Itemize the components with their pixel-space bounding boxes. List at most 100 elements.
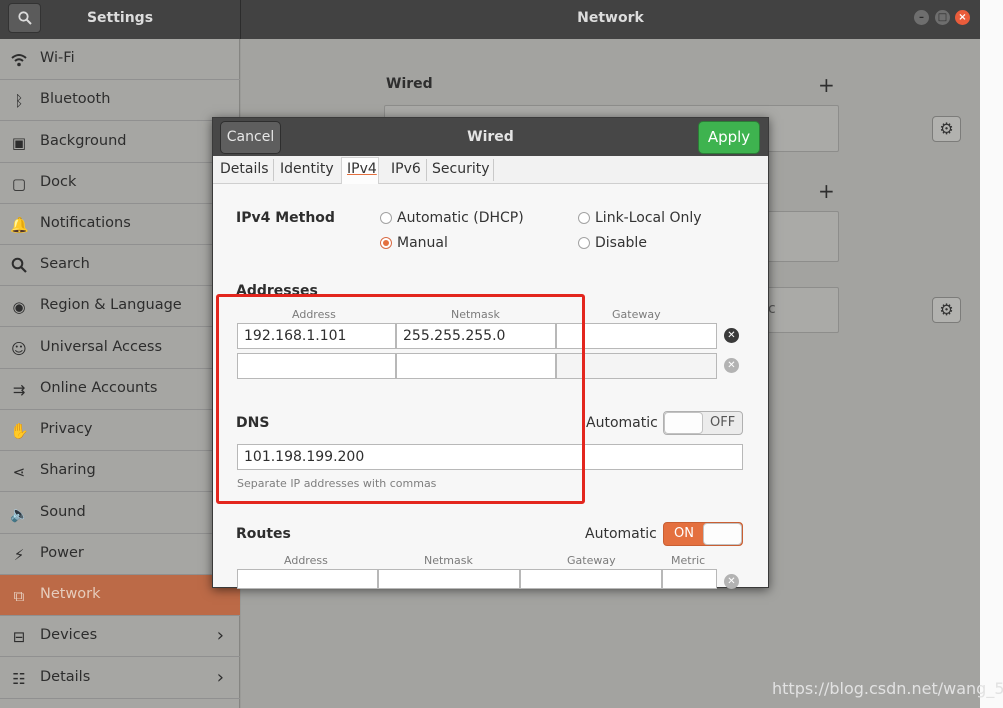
header-bar: Settings Network – □ ×	[0, 0, 980, 39]
routes-heading: Routes	[236, 526, 291, 542]
radio-automatic-dhcp[interactable]	[380, 212, 392, 224]
tab-identity[interactable]: Identity	[280, 161, 334, 177]
route-gateway-column-header: Gateway	[567, 554, 616, 567]
sidebar-item-sound[interactable]: 🔈 Sound	[0, 493, 240, 534]
dock-icon: ▢	[11, 175, 27, 193]
dns-automatic-label: Automatic	[586, 415, 658, 431]
maximize-button[interactable]: □	[935, 10, 950, 25]
dialog-header: Cancel Wired Apply	[213, 118, 768, 156]
sidebar-item-label: Bluetooth	[40, 91, 111, 107]
sidebar-item-label: Background	[40, 133, 127, 149]
sidebar-item-sharing[interactable]: ⋖ Sharing	[0, 451, 240, 492]
panel-title: Network	[577, 10, 644, 26]
sidebar-item-region-language[interactable]: ◉ Region & Language	[0, 286, 240, 327]
power-icon: ⚡	[13, 546, 25, 564]
minimize-button[interactable]: –	[914, 10, 929, 25]
chevron-right-icon: ›	[216, 625, 224, 646]
wired-heading: Wired	[386, 76, 433, 92]
sidebar-item-dock[interactable]: ▢ Dock	[0, 163, 240, 204]
tab-divider	[493, 159, 494, 181]
watermark-text: https://blog.csdn.net/wang_518	[772, 679, 1003, 698]
wired-settings-button[interactable]: ⚙	[932, 116, 961, 142]
route-metric-column-header: Metric	[671, 554, 706, 567]
accessibility-icon: ☺	[11, 340, 27, 358]
annotation-highlight-box	[216, 294, 585, 504]
route-address-column-header: Address	[284, 554, 328, 567]
tab-ipv4[interactable]: IPv4	[347, 161, 377, 177]
radio-link-local-label[interactable]: Link-Local Only	[595, 210, 702, 226]
sidebar-item-wi-fi[interactable]: Wi-Fi	[0, 39, 240, 80]
sidebar-item-power[interactable]: ⚡ Power	[0, 534, 240, 575]
sidebar-item-bluetooth[interactable]: ᛒ Bluetooth	[0, 80, 240, 121]
bluetooth-icon: ᛒ	[14, 92, 24, 110]
sidebar-item-label: Privacy	[40, 421, 93, 437]
close-button[interactable]: ×	[955, 10, 970, 25]
route-metric-input[interactable]	[662, 569, 717, 589]
add-wired-button[interactable]: +	[818, 73, 835, 97]
radio-disable-label[interactable]: Disable	[595, 235, 647, 251]
sidebar-item-network[interactable]: ⧉ Network	[0, 575, 240, 616]
cancel-button[interactable]: Cancel	[220, 121, 281, 154]
sidebar-item-label: Sharing	[40, 462, 96, 478]
region-icon: ◉	[12, 298, 26, 316]
routes-automatic-switch[interactable]: ON	[663, 522, 743, 546]
network-icon: ⧉	[13, 587, 25, 605]
routes-automatic-label: Automatic	[585, 526, 657, 542]
route-gateway-input[interactable]	[520, 569, 662, 589]
switch-state: OFF	[710, 415, 736, 430]
dialog-tabs: Details Identity IPv4 IPv6 Security	[213, 156, 768, 184]
tab-ipv6[interactable]: IPv6	[391, 161, 421, 177]
background-strip	[980, 0, 1003, 708]
route-netmask-input[interactable]	[378, 569, 520, 589]
sidebar-item-online-accounts[interactable]: ⇉ Online Accounts	[0, 369, 240, 410]
sidebar-item-universal-access[interactable]: ☺ Universal Access	[0, 328, 240, 369]
settings-title: Settings	[86, 10, 154, 26]
radio-manual[interactable]	[380, 237, 392, 249]
sidebar-item-label: Notifications	[40, 215, 131, 231]
sidebar-item-label: Network	[40, 586, 101, 602]
radio-manual-label[interactable]: Manual	[397, 235, 448, 251]
wifi-icon	[10, 51, 28, 69]
delete-address-button[interactable]: ✕	[724, 328, 739, 343]
switch-knob	[703, 523, 742, 545]
ipv4-method-label: IPv4 Method	[236, 210, 335, 226]
background-icon: ▣	[11, 134, 27, 152]
tab-security[interactable]: Security	[432, 161, 490, 177]
sidebar-item-devices[interactable]: ⊟ Devices ›	[0, 616, 240, 657]
devices-icon: ⊟	[12, 628, 26, 646]
sidebar-item-label: Wi-Fi	[40, 50, 75, 66]
radio-link-local[interactable]	[578, 212, 590, 224]
tab-divider	[426, 159, 427, 181]
radio-automatic-dhcp-label[interactable]: Automatic (DHCP)	[397, 210, 524, 226]
radio-disable[interactable]	[578, 237, 590, 249]
privacy-hand-icon: ✋	[10, 422, 29, 440]
proxy-settings-button[interactable]: ⚙	[932, 297, 961, 323]
tab-details[interactable]: Details	[220, 161, 269, 177]
sidebar-item-label: Universal Access	[40, 339, 163, 355]
sidebar-item-details[interactable]: ☷ Details ›	[0, 658, 240, 699]
add-vpn-button[interactable]: +	[818, 179, 835, 203]
sidebar-item-label: Search	[40, 256, 90, 272]
delete-address-button-disabled[interactable]: ✕	[724, 358, 739, 373]
chevron-right-icon: ›	[216, 667, 224, 688]
sidebar-item-label: Details	[40, 669, 91, 685]
apply-button[interactable]: Apply	[698, 121, 760, 154]
online-accounts-icon: ⇉	[12, 381, 26, 399]
delete-route-button[interactable]: ✕	[724, 574, 739, 589]
route-netmask-column-header: Netmask	[424, 554, 473, 567]
dialog-title: Wired	[467, 129, 514, 145]
search-icon	[10, 257, 28, 275]
gateway-column-header: Gateway	[612, 308, 661, 321]
sidebar-item-label: Online Accounts	[40, 380, 158, 396]
tab-divider	[273, 159, 274, 181]
switch-state: ON	[674, 526, 694, 541]
share-icon: ⋖	[12, 463, 26, 481]
dns-automatic-switch[interactable]: OFF	[663, 411, 743, 435]
sidebar-item-privacy[interactable]: ✋ Privacy	[0, 410, 240, 451]
sidebar-item-search[interactable]: Search	[0, 245, 240, 286]
sidebar-item-notifications[interactable]: 🔔 Notifications	[0, 204, 240, 245]
sidebar: Wi-Fi ᛒ Bluetooth ▣ Background ▢ Dock 🔔 Notifica…	[0, 39, 240, 708]
sidebar-item-label: Devices	[40, 627, 98, 643]
sidebar-item-background[interactable]: ▣ Background	[0, 122, 240, 163]
route-address-input[interactable]	[237, 569, 378, 589]
